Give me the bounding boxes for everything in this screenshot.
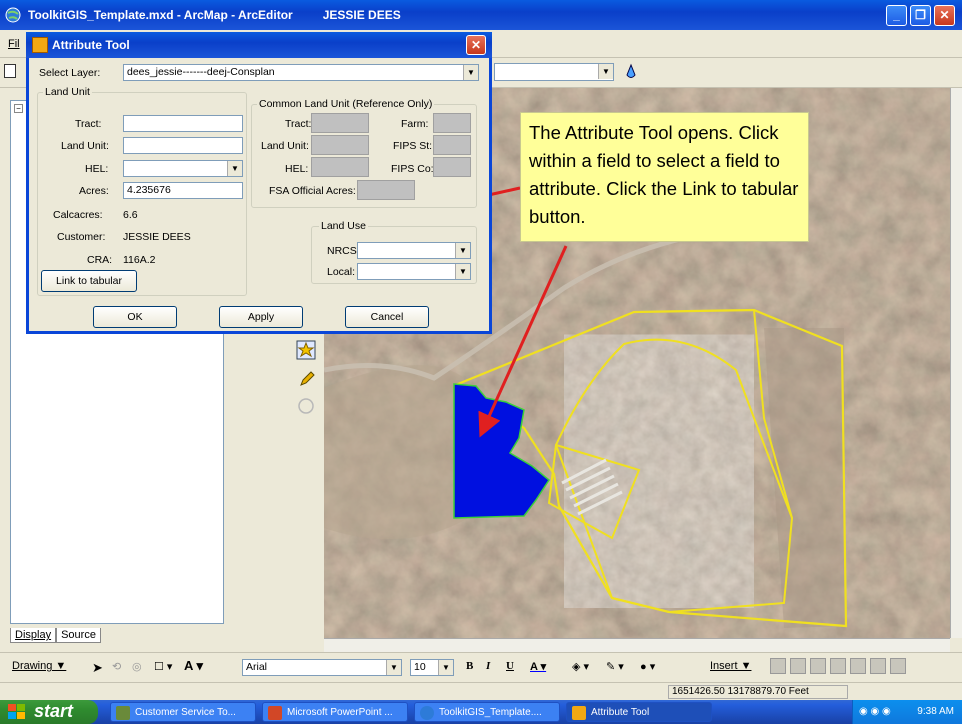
zoom-in-icon[interactable] [770, 658, 786, 674]
layout-icon[interactable] [890, 658, 906, 674]
windows-flag-icon [8, 704, 25, 719]
coordinates-readout: 1651426.50 13178879.70 Feet [668, 685, 848, 699]
clu-farm-label: Farm: [401, 118, 429, 130]
hel-label: HEL: [85, 163, 109, 175]
attribute-tool-dialog: Attribute Tool ✕ Select Layer: dees_jess… [26, 32, 492, 334]
select-arrow-icon[interactable]: ➤ [92, 660, 103, 676]
land-use-group-title: Land Use [319, 220, 368, 232]
select-layer-label: Select Layer: [39, 67, 101, 79]
font-color-icon[interactable]: A ▾ [530, 660, 546, 673]
customer-label: Customer: [57, 231, 106, 243]
underline-button[interactable]: U [506, 660, 514, 672]
clu-land-unit-field [311, 135, 369, 155]
land-unit-group-title: Land Unit [43, 86, 92, 98]
land-unit-field[interactable] [123, 137, 243, 154]
fill-color-icon[interactable]: ◈ ▾ [572, 660, 589, 673]
start-button[interactable]: start [0, 700, 98, 724]
acres-label: Acres: [79, 185, 109, 197]
clu-group-title: Common Land Unit (Reference Only) [257, 98, 435, 110]
nrcs-label: NRCS: [327, 245, 360, 257]
local-combo[interactable]: ▼ [357, 263, 471, 280]
powerpoint-icon [268, 706, 282, 720]
clu-fips-co-label: FIPS Co: [391, 163, 434, 175]
task-arcmap[interactable]: ToolkitGIS_Template.... [414, 702, 560, 722]
calcacres-label: Calcacres: [53, 209, 103, 221]
ok-button[interactable]: OK [93, 306, 177, 328]
task-attribute-tool[interactable]: Attribute Tool [566, 702, 712, 722]
customer-value: JESSIE DEES [123, 231, 191, 243]
dialog-title: Attribute Tool [52, 38, 130, 52]
calcacres-value: 6.6 [123, 209, 138, 221]
tract-label: Tract: [75, 118, 102, 130]
page-icon[interactable] [870, 658, 886, 674]
rotate-icon[interactable]: ⟲ [112, 660, 121, 673]
instruction-callout: The Attribute Tool opens. Click within a… [520, 112, 809, 242]
tract-field[interactable] [123, 115, 243, 132]
zoom-out-icon[interactable] [790, 658, 806, 674]
chevron-down-icon[interactable]: ▼ [438, 660, 453, 675]
bold-button[interactable]: B [466, 660, 473, 672]
clock: 9:38 AM [917, 706, 954, 717]
attribute-tool-icon [32, 37, 48, 53]
hel-combo[interactable]: ▼ [123, 160, 243, 177]
apply-button[interactable]: Apply [219, 306, 303, 328]
full-extent-icon[interactable] [830, 658, 846, 674]
clu-farm-field [433, 113, 471, 133]
drawing-toolbar: Drawing ▼ ➤ ⟲ ◎ ☐ ▾ A ▾ Arial ▼ 10 ▼ B I… [0, 652, 962, 682]
clu-hel-field [311, 157, 369, 177]
cra-label: CRA: [87, 254, 113, 266]
tray-icons: ◉ ◉ ◉ [859, 706, 891, 717]
task-powerpoint[interactable]: Microsoft PowerPoint ... [262, 702, 408, 722]
attribute-tool-icon [572, 706, 586, 720]
font-combo[interactable]: Arial ▼ [242, 659, 402, 676]
chevron-down-icon[interactable]: ▼ [455, 243, 470, 258]
chevron-down-icon[interactable]: ▼ [455, 264, 470, 279]
system-tray: ◉ ◉ ◉ 9:38 AM [852, 700, 962, 724]
clu-fips-st-label: FIPS St: [393, 140, 433, 152]
dialog-close-button[interactable]: ✕ [466, 35, 486, 55]
local-label: Local: [327, 266, 356, 278]
layout-tools [770, 658, 950, 678]
status-bar: 1651426.50 13178879.70 Feet [0, 682, 962, 700]
arcmap-globe-icon [420, 706, 434, 720]
pan-icon[interactable] [810, 658, 826, 674]
clu-fips-st-field [433, 135, 471, 155]
chevron-down-icon[interactable]: ▼ [227, 161, 242, 176]
clu-tract-field [311, 113, 369, 133]
select-layer-combo[interactable]: dees_jessie-------deej-Consplan ▼ [123, 64, 479, 81]
clu-fsa-field [357, 180, 415, 200]
drawing-menu[interactable]: Drawing ▼ [12, 660, 66, 672]
rectangle-icon[interactable]: ☐ ▾ [154, 660, 172, 673]
chevron-down-icon[interactable]: ▼ [463, 65, 478, 80]
clu-fsa-label: FSA Official Acres: [269, 185, 356, 197]
dialog-titlebar: Attribute Tool ✕ [26, 32, 492, 58]
nrcs-combo[interactable]: ▼ [357, 242, 471, 259]
zoom-icon[interactable]: ◎ [132, 660, 142, 673]
clu-tract-label: Tract: [285, 118, 312, 130]
task-customer-service[interactable]: Customer Service To... [110, 702, 256, 722]
land-unit-label: Land Unit: [61, 140, 109, 152]
toolkit-icon [116, 706, 130, 720]
clu-hel-label: HEL: [285, 163, 309, 175]
text-tool-icon[interactable]: A ▾ [184, 658, 203, 674]
link-to-tabular-button[interactable]: Link to tabular [41, 270, 137, 292]
marker-color-icon[interactable]: ● ▾ [640, 660, 655, 673]
fixed-zoom-icon[interactable] [850, 658, 866, 674]
clu-fips-co-field [433, 157, 471, 177]
insert-menu[interactable]: Insert ▼ [710, 660, 751, 672]
windows-taskbar: start Customer Service To... Microsoft P… [0, 700, 962, 724]
font-size-combo[interactable]: 10 ▼ [410, 659, 454, 676]
italic-button[interactable]: I [486, 660, 490, 672]
line-color-icon[interactable]: ✎ ▾ [606, 660, 624, 673]
cancel-button[interactable]: Cancel [345, 306, 429, 328]
clu-land-unit-label: Land Unit: [261, 140, 309, 152]
chevron-down-icon[interactable]: ▼ [386, 660, 401, 675]
acres-field[interactable]: 4.235676 [123, 182, 243, 199]
cra-value: 116A.2 [123, 254, 156, 266]
